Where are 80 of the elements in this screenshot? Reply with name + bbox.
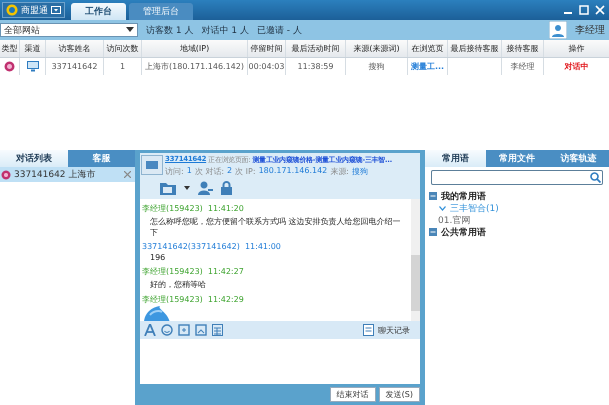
table-cell: 搜狗 bbox=[368, 61, 384, 72]
status-text: 对话中 bbox=[564, 61, 588, 72]
dropdown-icon bbox=[51, 6, 61, 14]
user-avatar-icon[interactable] bbox=[549, 21, 567, 39]
chat-history-button[interactable]: 聊天记录 bbox=[357, 323, 416, 337]
search-icon bbox=[590, 172, 601, 183]
lock-icon[interactable] bbox=[221, 181, 232, 195]
visitor-info-text: 访问: bbox=[165, 166, 184, 177]
phrase-item[interactable]: 01.官网 bbox=[429, 214, 605, 226]
conversation-name: 337141642 上海市 bbox=[14, 168, 96, 181]
visitor-type-icon bbox=[4, 61, 15, 72]
document-icon bbox=[363, 324, 374, 336]
column-header: 接待客服 bbox=[502, 40, 544, 57]
column-header: 访客姓名 bbox=[46, 40, 104, 57]
visitor-info-text: 来源: bbox=[330, 166, 349, 177]
chevron-icon[interactable] bbox=[439, 206, 446, 210]
emoji-icon[interactable] bbox=[161, 324, 173, 336]
app-name: 商盟通 bbox=[21, 4, 48, 16]
column-header: 最后活动时间 bbox=[286, 40, 346, 57]
column-header: 类型 bbox=[0, 40, 20, 57]
column-header: 地域(IP) bbox=[142, 40, 248, 57]
visitor-info-text: 次 对话: bbox=[194, 166, 224, 177]
tree-group[interactable]: 公共常用语 bbox=[429, 226, 605, 238]
collapse-icon[interactable] bbox=[429, 192, 437, 200]
table-cell: 00:04:03 bbox=[248, 62, 284, 71]
table-cell: 李经理 bbox=[510, 61, 534, 72]
caret-icon[interactable] bbox=[184, 186, 190, 190]
search-field[interactable] bbox=[431, 170, 603, 185]
collapse-icon[interactable] bbox=[429, 228, 437, 236]
tree-group[interactable]: 我的常用语 bbox=[429, 190, 605, 202]
logo-icon bbox=[6, 4, 18, 16]
column-header: 访问次数 bbox=[104, 40, 142, 57]
visitor-info-text: 1 bbox=[186, 166, 192, 177]
send-button[interactable]: 发送(S) bbox=[378, 387, 420, 402]
table-cell: 1 bbox=[120, 62, 126, 71]
table-cell: 11:38:59 bbox=[298, 62, 334, 71]
table-cell: 上海市(180.171.146.142) bbox=[145, 61, 244, 72]
scrollbar[interactable] bbox=[411, 199, 420, 321]
message-text: 196 bbox=[149, 252, 166, 262]
page-link[interactable]: 测量工... bbox=[410, 61, 444, 72]
message-sender: 李经理(159423) 11:42:29 bbox=[142, 294, 245, 305]
close-icon[interactable] bbox=[124, 171, 131, 178]
conversation-item[interactable]: 337141642 上海市 bbox=[0, 167, 135, 182]
message-sender: 李经理(159423) 11:41:20 bbox=[142, 203, 245, 214]
visitor-info-text: 次 IP: bbox=[235, 166, 256, 177]
panel-tab[interactable]: 对话列表 bbox=[0, 150, 68, 167]
user-transfer-icon[interactable] bbox=[198, 181, 213, 195]
dropdown-icon bbox=[126, 27, 134, 33]
stat-text: 已邀请 - 人 bbox=[256, 24, 302, 36]
column-header: 渠道 bbox=[20, 40, 46, 57]
column-header: 来源(来源词) bbox=[346, 40, 408, 57]
folder-icon[interactable] bbox=[160, 182, 176, 194]
message-text: 好的，您稍等哈 bbox=[149, 279, 207, 290]
message-sender: 337141642(337141642) 11:41:00 bbox=[142, 242, 282, 251]
visitor-info-text: 180.171.146.142 bbox=[258, 166, 328, 177]
monitor-icon bbox=[26, 61, 38, 72]
column-header: 最后接待客服 bbox=[448, 40, 502, 57]
column-header: 操作 bbox=[568, 43, 586, 55]
nav-tab[interactable]: 管理后台 bbox=[129, 3, 193, 20]
visitor-type-icon bbox=[1, 170, 11, 180]
end-chat-button[interactable]: 结束对话 bbox=[330, 387, 376, 402]
visitor-info-text: 2 bbox=[227, 166, 232, 177]
site-select[interactable]: 全部网站 bbox=[0, 23, 138, 37]
font-icon[interactable] bbox=[144, 324, 156, 336]
panel-tab[interactable]: 客服 bbox=[68, 150, 135, 167]
user-name: 李经理 bbox=[575, 24, 605, 37]
app-menu-button[interactable]: 商盟通 bbox=[2, 2, 65, 18]
maximize-icon[interactable] bbox=[579, 5, 589, 15]
message-sender: 李经理(159423) 11:42:27 bbox=[142, 266, 245, 277]
column-header: 在浏览页 bbox=[408, 40, 448, 57]
visitor-info-text: 搜狗 bbox=[352, 166, 368, 177]
tree-folder[interactable]: 三丰智合(1) bbox=[429, 202, 605, 214]
message-text: 怎么称呼您呢，您方便留个联系方式吗 这边安排负责人给您回电介绍一下 bbox=[149, 216, 402, 238]
stat-text: 对话中 1 人 bbox=[201, 24, 249, 36]
table-cell: 337141642 bbox=[52, 62, 98, 71]
panel-tab[interactable]: 常用语 bbox=[425, 150, 486, 167]
stat-text: 访客数 1 人 bbox=[146, 24, 194, 36]
nav-tab[interactable]: 工作台 bbox=[71, 3, 126, 20]
message-input[interactable] bbox=[140, 339, 420, 384]
column-header: 停留时间 bbox=[248, 40, 286, 57]
